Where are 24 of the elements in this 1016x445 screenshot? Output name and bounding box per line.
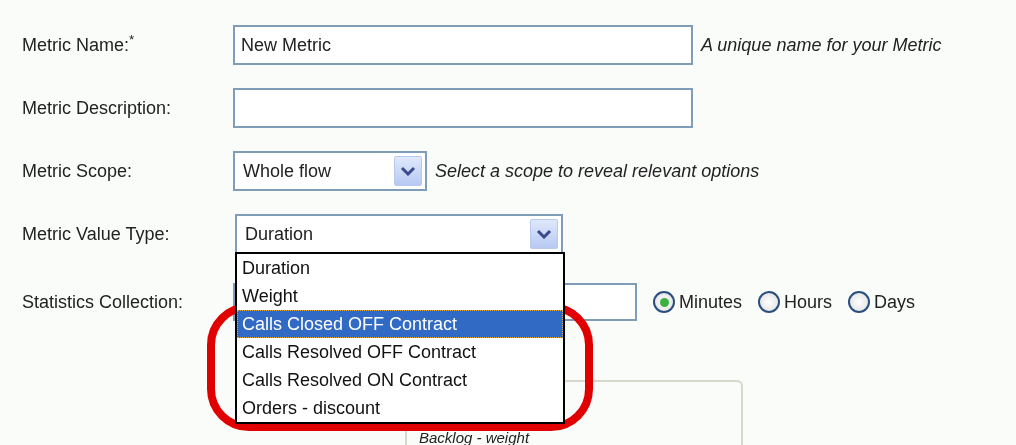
hint-text: A unique name for your Metric	[701, 33, 942, 57]
dropdown-option[interactable]: Calls Resolved OFF Contract	[237, 338, 563, 366]
radio-label: Hours	[784, 290, 833, 314]
radio-button[interactable]	[653, 291, 675, 313]
dropdown-option[interactable]: Calls Closed OFF Contract	[237, 310, 563, 338]
text-field[interactable]: New Metric	[233, 25, 693, 65]
field-label: Metric Scope:	[22, 159, 134, 183]
dropdown-field[interactable]: Whole flow	[233, 151, 427, 191]
dropdown-option[interactable]: Calls Resolved ON Contract	[237, 366, 563, 394]
field-label: Metric Value Type:	[22, 222, 171, 246]
dropdown-value: Duration	[245, 222, 314, 246]
radio-label: Days	[874, 290, 916, 314]
hint-text: Select a scope to reveal relevant options	[435, 159, 760, 183]
dropdown-option[interactable]: Duration	[237, 254, 563, 282]
radio-button[interactable]	[848, 291, 871, 313]
dropdown-value: Whole flow	[243, 159, 332, 183]
radio-button[interactable]	[758, 291, 781, 313]
text-field[interactable]	[233, 88, 693, 128]
field-label: Statistics Collection:	[22, 290, 185, 314]
field-label: Metric Description:	[22, 96, 173, 120]
dropdown-option[interactable]: Weight	[237, 282, 563, 310]
field-label: Metric Name:$^{*}$	[22, 31, 136, 57]
radio-label: Minutes	[679, 290, 743, 314]
dropdown-option[interactable]: Orders - discount	[237, 394, 563, 422]
